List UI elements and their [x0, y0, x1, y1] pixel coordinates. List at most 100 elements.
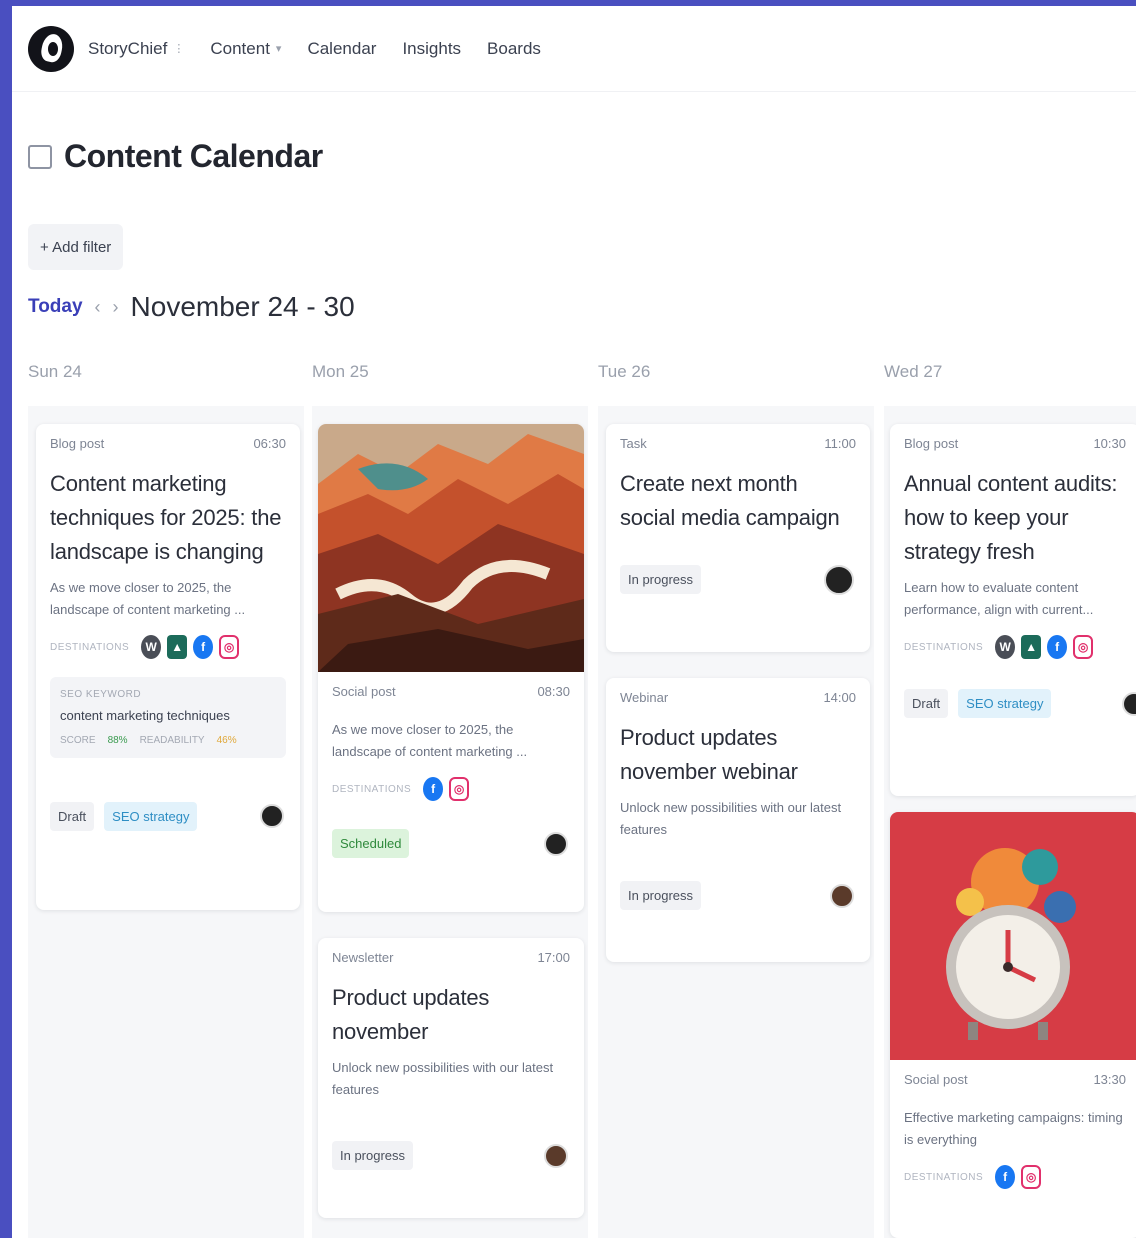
- page-header: Content Calendar: [28, 138, 323, 175]
- avatar[interactable]: [830, 883, 854, 908]
- clock-image: [890, 812, 1136, 1060]
- avatar[interactable]: [260, 803, 284, 828]
- tag-badge[interactable]: SEO strategy: [958, 689, 1052, 718]
- status-badge[interactable]: Draft: [904, 689, 949, 718]
- day-header-mon: Mon 25: [312, 362, 369, 381]
- today-button[interactable]: Today: [28, 296, 83, 318]
- card-time: 08:30: [537, 684, 570, 699]
- card-social-post[interactable]: Social post 13:30 Effective marketing ca…: [890, 812, 1136, 1238]
- facebook-icon: f: [423, 777, 444, 801]
- destinations-label: DESTINATIONS: [50, 641, 130, 653]
- wordpress-icon: W: [141, 635, 162, 659]
- top-navigation: StoryChief ⋮ Content ▾ Calendar Insights…: [12, 6, 1136, 92]
- card-time: 17:00: [537, 950, 570, 965]
- nav-content[interactable]: Content ▾: [210, 39, 281, 59]
- destinations-label: DESTINATIONS: [904, 641, 984, 653]
- card-webinar[interactable]: Webinar 14:00 Product updates november w…: [606, 678, 870, 962]
- facebook-icon: f: [995, 1165, 1016, 1189]
- status-badge[interactable]: In progress: [332, 1141, 414, 1170]
- storychief-logo[interactable]: [28, 25, 74, 72]
- status-badge[interactable]: Draft: [50, 802, 95, 831]
- card-title: Annual content audits: how to keep your …: [904, 471, 1118, 564]
- destinations-row: DESTINATIONS f ◎: [332, 777, 570, 801]
- status-row: Draft SEO strategy: [904, 689, 1136, 718]
- seo-keyword-label: SEO KEYWORD: [60, 689, 142, 700]
- card-description: Unlock new possibilities with our latest…: [332, 1060, 554, 1097]
- facebook-icon: f: [193, 635, 214, 659]
- card-time: 14:00: [823, 690, 856, 705]
- card-description: As we move closer to 2025, the landscape…: [332, 722, 528, 759]
- status-row: Scheduled: [332, 829, 570, 858]
- wordpress-icon: W: [995, 635, 1016, 659]
- cms-icon: ▲: [1021, 635, 1042, 659]
- card-type: Social post: [332, 684, 396, 699]
- card-type: Newsletter: [332, 950, 394, 965]
- destinations-row: DESTINATIONS W ▲ f ◎: [904, 635, 1126, 659]
- card-type: Webinar: [620, 690, 669, 705]
- instagram-icon: ◎: [219, 635, 240, 659]
- day-header-wed: Wed 27: [884, 362, 943, 381]
- nav-boards[interactable]: Boards: [487, 39, 541, 59]
- next-week-icon[interactable]: ›: [113, 297, 119, 318]
- landscape-image: [318, 424, 584, 672]
- instagram-icon: ◎: [1073, 635, 1094, 659]
- page-title: Content Calendar: [64, 138, 323, 174]
- card-blog-post[interactable]: Blog post 06:30 Content marketing techni…: [36, 424, 300, 910]
- seo-summary: SEO KEYWORD content marketing techniques…: [50, 677, 286, 758]
- card-type: Blog post: [50, 436, 105, 451]
- seo-keyword: content marketing techniques: [60, 708, 230, 723]
- card-type: Social post: [904, 1072, 968, 1087]
- card-blog-post[interactable]: Blog post 10:30 Annual content audits: h…: [890, 424, 1136, 796]
- avatar[interactable]: [544, 1143, 568, 1168]
- destinations-row: DESTINATIONS f ◎: [904, 1165, 1126, 1189]
- prev-week-icon[interactable]: ‹: [95, 297, 101, 318]
- readability-score: 46%: [216, 735, 237, 746]
- card-title: Product updates november: [332, 985, 490, 1044]
- card-social-post[interactable]: Social post 08:30 As we move closer to 2…: [318, 424, 584, 912]
- day-header-sun: Sun 24: [28, 362, 82, 381]
- day-header-tue: Tue 26: [598, 362, 651, 381]
- status-badge[interactable]: In progress: [620, 881, 702, 910]
- status-badge[interactable]: Scheduled: [332, 829, 410, 858]
- status-row: Draft SEO strategy: [50, 802, 286, 831]
- card-description: Unlock new possibilities with our latest…: [620, 800, 842, 837]
- card-task[interactable]: Task 11:00 Create next month social medi…: [606, 424, 870, 652]
- avatar[interactable]: [544, 831, 568, 856]
- seo-score: 88%: [107, 735, 128, 746]
- workspace-switcher[interactable]: StoryChief ⋮: [88, 39, 184, 59]
- facebook-icon: f: [1047, 635, 1068, 659]
- instagram-icon: ◎: [449, 777, 470, 801]
- destinations-label: DESTINATIONS: [332, 783, 412, 795]
- tag-badge[interactable]: SEO strategy: [104, 802, 198, 831]
- card-description: Learn how to evaluate content performanc…: [904, 580, 1094, 617]
- card-title: Product updates november webinar: [620, 725, 798, 784]
- instagram-icon: ◎: [1021, 1165, 1042, 1189]
- avatar[interactable]: [1122, 691, 1136, 716]
- calendar-icon: [28, 144, 52, 169]
- workspace-label: StoryChief: [88, 38, 168, 58]
- workspace-caret-icon: ⋮: [173, 43, 185, 55]
- card-time: 11:00: [824, 436, 856, 451]
- chevron-down-icon: ▾: [275, 43, 282, 55]
- destinations-row: DESTINATIONS W ▲ f ◎: [50, 635, 286, 659]
- add-filter-button[interactable]: + Add filter: [28, 224, 124, 270]
- status-row: In progress: [620, 564, 856, 595]
- status-row: In progress: [620, 881, 856, 910]
- destinations-label: DESTINATIONS: [904, 1171, 984, 1183]
- seo-score-label: SCORE: [60, 735, 96, 746]
- card-title: Content marketing techniques for 2025: t…: [50, 471, 282, 564]
- nav-calendar[interactable]: Calendar: [307, 39, 376, 59]
- readability-label: READABILITY: [139, 735, 205, 746]
- card-type: Task: [620, 436, 647, 451]
- cms-icon: ▲: [167, 635, 188, 659]
- avatar-group[interactable]: [824, 564, 854, 595]
- nav-insights[interactable]: Insights: [402, 39, 461, 59]
- card-description: Effective marketing campaigns: timing is…: [904, 1110, 1123, 1147]
- card-type: Blog post: [904, 436, 959, 451]
- card-description: As we move closer to 2025, the landscape…: [50, 580, 246, 617]
- card-newsletter[interactable]: Newsletter 17:00 Product updates novembe…: [318, 938, 584, 1218]
- status-badge[interactable]: In progress: [620, 565, 702, 594]
- date-range: November 24 - 30: [130, 291, 355, 322]
- nav-content-label: Content: [210, 38, 270, 58]
- date-navigation: Today ‹ › November 24 - 30: [28, 291, 355, 323]
